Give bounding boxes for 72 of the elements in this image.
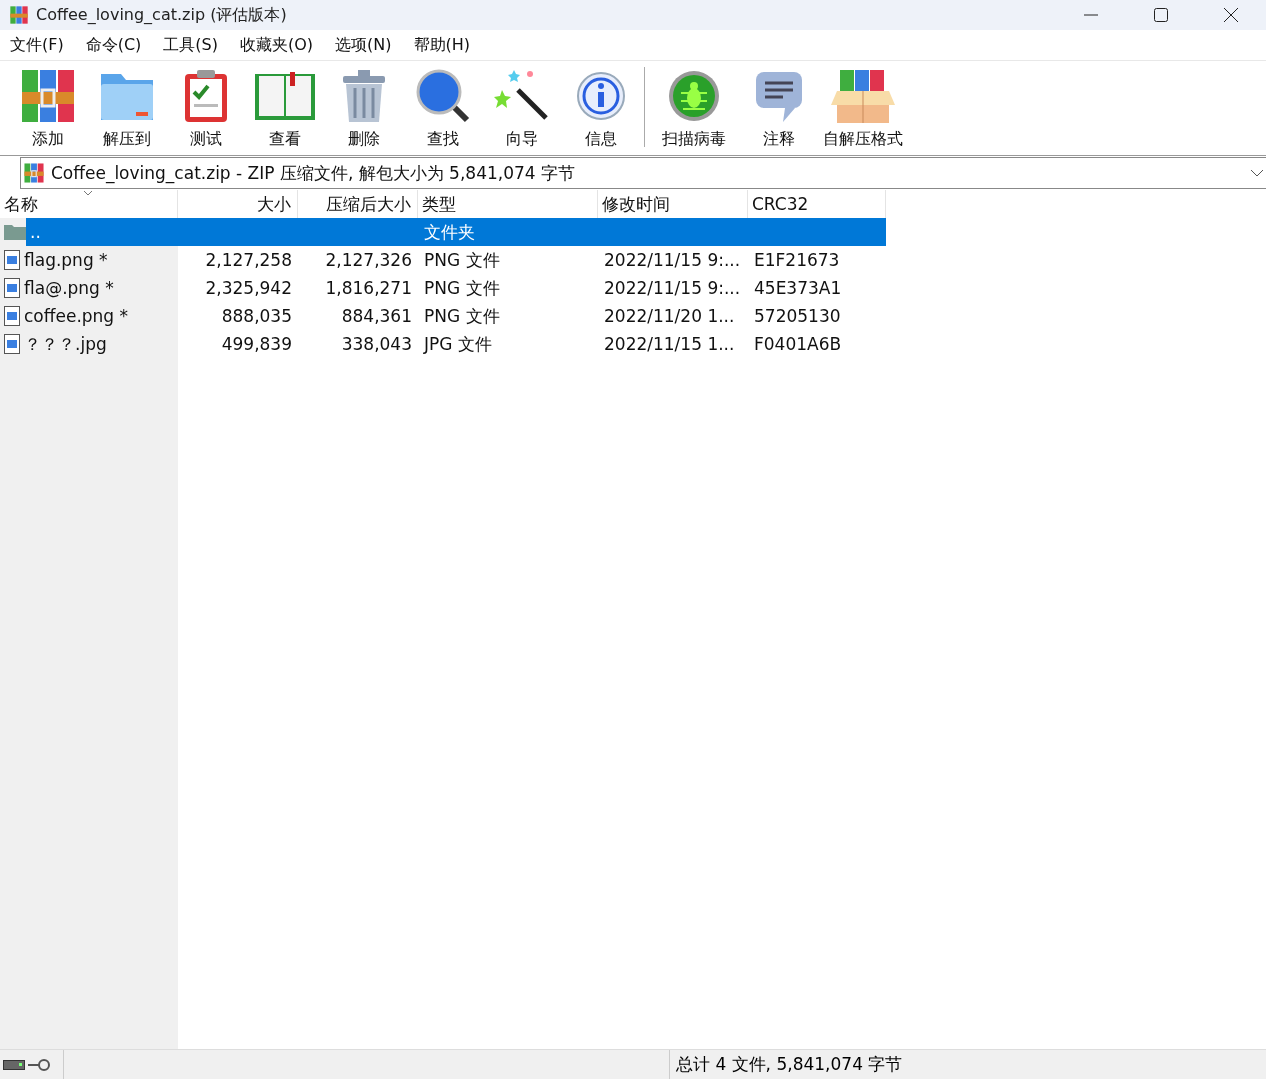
dropdown-caret-icon[interactable] [1250,169,1264,177]
toolbar-button[interactable]: 测试 [166,65,245,150]
toolbar-button[interactable]: 信息 [561,65,640,150]
file-name: ？？？.jpg [24,332,108,356]
menu-item[interactable]: 选项(N) [327,31,400,59]
toolbar-button[interactable]: 查看 [245,65,324,150]
table-cell-text: PNG 文件 [423,276,501,300]
table-cell-text: PNG 文件 [423,304,501,328]
window-title: Coffee_loving_cat.zip (评估版本) [36,4,288,26]
info-icon [575,71,626,121]
archive-books-icon [23,162,45,184]
table-cell-text: 1,816,271 [324,278,413,298]
table-row[interactable]: fla@.png * 2,325,942 1,816,271 PNG 文件 2022/11/15 9:... 45E373A1 [0,274,886,302]
toolbar-button[interactable]: 解压到 [87,65,166,150]
speech-bubble-icon [754,70,803,122]
folder-icon [4,224,26,240]
menu-item[interactable]: 帮助(H) [405,31,479,59]
table-row[interactable]: coffee.png * 888,035 884,361 PNG 文件 2022/11/20 1... 57205130 [0,302,886,330]
minimize-icon [1083,14,1099,16]
toolbar-button[interactable]: 扫描病毒 [649,65,739,150]
clipboard-check-icon [182,68,229,124]
table-row[interactable]: flag.png * 2,127,258 2,127,326 PNG 文件 2022/11/15 9:... E1F21673 [0,246,886,274]
image-file-icon [4,334,20,354]
table-cell-text: 文件夹 [423,220,476,244]
table-cell-text: 45E373A1 [753,278,843,298]
status-text: 总计 4 文件, 5,841,074 字节 [669,1050,1266,1079]
file-name: fla@.png * [24,277,115,300]
drive-icon [3,1059,25,1070]
menu-item[interactable]: 收藏夹(O) [232,31,322,59]
menu-item[interactable]: 工具(S) [155,31,226,59]
toolbar-button[interactable]: 删除 [324,65,403,150]
table-cell-text: 2022/11/15 1... [603,334,736,354]
toolbar-button[interactable]: 自解压格式 [818,65,908,150]
sort-caret-icon [83,190,93,196]
toolbar-button[interactable]: 查找 [403,65,482,150]
box-with-books-icon [831,69,895,123]
menu-item[interactable]: 命令(C) [77,31,150,59]
table-cell-text: 57205130 [753,306,842,326]
table-cell-text: 499,839 [220,334,293,354]
close-icon [1223,7,1239,23]
table-cell-text: E1F21673 [753,250,841,270]
toolbar-button[interactable]: 注释 [739,65,818,150]
open-book-icon [253,70,316,122]
column-header[interactable]: 名称 [0,190,178,218]
address-field[interactable]: Coffee_loving_cat.zip - ZIP 压缩文件, 解包大小为 5,841,074 字节 [20,157,1266,189]
table-cell-text: 888,035 [220,306,293,326]
app-logo-icon [8,5,30,25]
table-row[interactable]: ？？？.jpg 499,839 338,043 JPG 文件 2022/11/15 1... F0401A6B [0,330,886,358]
image-file-icon [4,306,20,326]
table-cell-text: 338,043 [340,334,413,354]
table-cell-text: PNG 文件 [423,248,501,272]
magnifier-icon [414,68,471,124]
image-file-icon [4,250,20,270]
trash-can-icon [340,68,387,124]
maximize-icon [1153,7,1169,23]
table-cell-text: 2022/11/15 9:... [603,278,742,298]
key-icon [27,1057,51,1072]
table-cell-text: 2,325,942 [204,278,293,298]
file-name: coffee.png * [24,305,130,328]
table-cell-text: 2,127,326 [324,250,413,270]
table-cell-text: 2022/11/15 9:... [603,250,742,270]
table-cell-text: 884,361 [340,306,413,326]
bug-icon [667,69,721,123]
table-cell-text: JPG 文件 [422,332,493,356]
file-name: flag.png * [24,249,109,272]
table-cell-text: F0401A6B [753,334,843,354]
image-file-icon [4,278,20,298]
table-cell-text: 2022/11/20 1... [603,306,736,326]
menu-item[interactable]: 文件(F) [2,31,72,59]
toolbar-button[interactable]: 添加 [8,65,87,150]
table-cell-text: 2,127,258 [204,250,293,270]
toolbar-button[interactable]: 向导 [482,65,561,150]
